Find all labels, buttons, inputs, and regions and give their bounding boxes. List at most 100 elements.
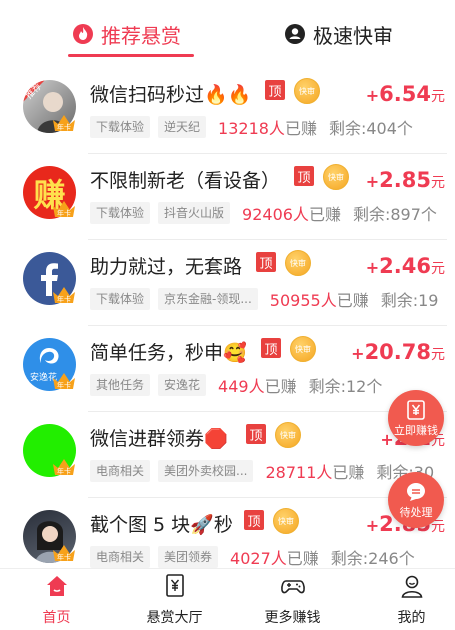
yen-wallet-icon bbox=[407, 399, 425, 420]
task-row[interactable]: 年卡 微信进群领券🛑 顶 快审 +2.1元 电商相关 美团外卖校园... 287… bbox=[0, 412, 455, 498]
task-meta: 下载体验 抖音火山版 92406人 已赚 剩余:897个 bbox=[90, 202, 437, 224]
user-profile-icon bbox=[401, 575, 422, 598]
app-tag: 安逸花 bbox=[158, 374, 207, 396]
earned-count: 92406人 bbox=[242, 205, 309, 224]
top-badge: 顶 bbox=[294, 166, 314, 186]
crown-icon: 年卡 bbox=[53, 115, 75, 132]
task-meta: 下载体验 逆天纪 13218人 已赚 剩余:404个 bbox=[90, 116, 413, 138]
fast-review-badge: 快审 bbox=[323, 164, 349, 190]
task-title: 简单任务，秒申🥰 bbox=[90, 342, 247, 364]
task-meta: 下载体验 京东金融-领现... 50955人 已赚 剩余:19 bbox=[90, 288, 438, 310]
app-tag: 美团领券 bbox=[158, 546, 219, 568]
task-meta: 其他任务 安逸花 449人 已赚 剩余:12个 bbox=[90, 374, 382, 396]
category-tag: 电商相关 bbox=[90, 460, 151, 482]
task-list: 推荐 年卡 微信扫码秒过🔥🔥 顶 快审 +6.54元 下载体验 逆天纪 1321… bbox=[0, 68, 455, 568]
crown-icon: 年卡 bbox=[53, 201, 75, 218]
category-tag: 下载体验 bbox=[90, 202, 151, 224]
task-row[interactable]: 年卡 助力就过，无套路 顶 快审 +2.46元 下载体验 京东金融-领现... … bbox=[0, 240, 455, 326]
app-tag: 抖音火山版 bbox=[158, 202, 231, 224]
fast-review-badge: 快审 bbox=[294, 78, 320, 104]
task-row[interactable]: 推荐 年卡 微信扫码秒过🔥🔥 顶 快审 +6.54元 下载体验 逆天纪 1321… bbox=[0, 68, 455, 154]
nav-reward-hall-label: 悬赏大厅 bbox=[146, 610, 203, 626]
app-tag: 美团外卖校园... bbox=[158, 460, 254, 482]
earned-count: 13218人 bbox=[218, 119, 285, 138]
nav-reward-hall[interactable]: 悬赏大厅 bbox=[118, 573, 231, 629]
bottom-nav: 首页 悬赏大厅 更多赚钱 我的 bbox=[0, 568, 455, 630]
task-row[interactable]: 年卡 截个图 5 块🚀秒 顶 快审 +2.85元 电商相关 美团领券 4027人… bbox=[0, 498, 455, 568]
remaining-count: 剩余:897个 bbox=[352, 205, 437, 224]
task-title: 不限制新老（看设备） bbox=[90, 170, 281, 192]
tab-fast-review[interactable]: 极速快审 bbox=[284, 14, 393, 54]
price-value: 6.54 bbox=[379, 82, 431, 106]
tab-fast-review-label: 极速快审 bbox=[313, 23, 393, 48]
nav-mine[interactable]: 我的 bbox=[355, 573, 455, 629]
crown-icon: 年卡 bbox=[53, 287, 75, 304]
nav-more-earn-label: 更多赚钱 bbox=[264, 610, 321, 626]
crown-icon: 年卡 bbox=[53, 373, 75, 390]
yen-document-icon bbox=[165, 574, 184, 597]
tab-recommended[interactable]: 推荐悬赏 bbox=[72, 14, 181, 54]
earned-count: 449人 bbox=[218, 377, 265, 396]
earned-count: 50955人 bbox=[269, 291, 337, 310]
crown-icon: 年卡 bbox=[53, 545, 75, 562]
category-tag: 其他任务 bbox=[90, 374, 151, 396]
top-badge: 顶 bbox=[265, 80, 285, 100]
task-row[interactable]: 安逸花 年卡 简单任务，秒申🥰 顶 快审 +20.78元 其他任务 安逸花 44… bbox=[0, 326, 455, 412]
task-title: 助力就过，无套路 bbox=[90, 256, 243, 278]
task-meta: 电商相关 美团领券 4027人 已赚 剩余:246个 bbox=[90, 546, 415, 568]
top-badge: 顶 bbox=[244, 510, 264, 530]
task-price: +20.78元 bbox=[351, 340, 445, 364]
gamepad-icon bbox=[280, 580, 305, 594]
task-title: 截个图 5 块🚀秒 bbox=[90, 514, 233, 536]
remaining-count: 剩余:404个 bbox=[328, 119, 413, 138]
remaining-count: 剩余:12个 bbox=[308, 377, 383, 396]
tab-active-indicator bbox=[68, 54, 194, 57]
pending-label: 待处理 bbox=[399, 505, 433, 519]
pending-button[interactable]: 待处理 bbox=[388, 472, 444, 528]
nav-home-label: 首页 bbox=[42, 610, 71, 626]
category-tag: 电商相关 bbox=[90, 546, 151, 568]
price-value: 20.78 bbox=[364, 340, 431, 364]
top-badge: 顶 bbox=[246, 424, 266, 444]
fast-review-badge: 快审 bbox=[275, 422, 301, 448]
nav-mine-label: 我的 bbox=[397, 610, 426, 626]
fast-review-badge: 快审 bbox=[290, 336, 316, 362]
task-meta: 电商相关 美团外卖校园... 28711人 已赚 剩余:30 bbox=[90, 460, 434, 482]
nav-home[interactable]: 首页 bbox=[0, 573, 113, 629]
task-price: +2.85元 bbox=[365, 168, 445, 192]
app-tag: 逆天纪 bbox=[158, 116, 207, 138]
app-tag: 京东金融-领现... bbox=[158, 288, 258, 310]
task-price: +6.54元 bbox=[365, 82, 445, 106]
top-tabs: 推荐悬赏 极速快审 bbox=[0, 0, 455, 68]
flame-icon bbox=[73, 24, 93, 44]
chat-bubble-icon bbox=[407, 482, 425, 501]
task-price: +2.46元 bbox=[365, 254, 445, 278]
earn-now-label: 立即赚钱 bbox=[394, 423, 438, 437]
earned-count: 28711人 bbox=[265, 463, 333, 482]
remaining-count: 剩余:246个 bbox=[330, 549, 415, 568]
category-tag: 下载体验 bbox=[90, 116, 151, 138]
price-value: 2.46 bbox=[379, 254, 431, 278]
top-badge: 顶 bbox=[256, 252, 276, 272]
top-badge: 顶 bbox=[261, 338, 281, 358]
vip-label: 年卡 bbox=[57, 295, 71, 304]
tab-recommended-label: 推荐悬赏 bbox=[101, 23, 181, 48]
task-title: 微信扫码秒过🔥🔥 bbox=[90, 84, 252, 106]
fast-review-badge: 快审 bbox=[285, 250, 311, 276]
task-title: 微信进群领券🛑 bbox=[90, 428, 228, 450]
earn-now-button[interactable]: 立即赚钱 bbox=[388, 390, 444, 446]
task-row[interactable]: 赚 年卡 不限制新老（看设备） 顶 快审 +2.85元 下载体验 抖音火山版 9… bbox=[0, 154, 455, 240]
vip-label: 年卡 bbox=[57, 553, 71, 562]
earned-count: 4027人 bbox=[230, 549, 287, 568]
nav-more-earn[interactable]: 更多赚钱 bbox=[236, 573, 349, 629]
fast-review-badge: 快审 bbox=[273, 508, 299, 534]
price-value: 2.85 bbox=[379, 168, 431, 192]
vip-label: 年卡 bbox=[57, 123, 71, 132]
vip-label: 年卡 bbox=[57, 467, 71, 476]
vip-label: 年卡 bbox=[57, 381, 71, 390]
crown-icon: 年卡 bbox=[53, 459, 75, 476]
remaining-count: 剩余:19 bbox=[380, 291, 439, 310]
category-tag: 下载体验 bbox=[90, 288, 151, 310]
home-icon bbox=[46, 576, 67, 596]
user-badge-icon bbox=[285, 24, 305, 44]
